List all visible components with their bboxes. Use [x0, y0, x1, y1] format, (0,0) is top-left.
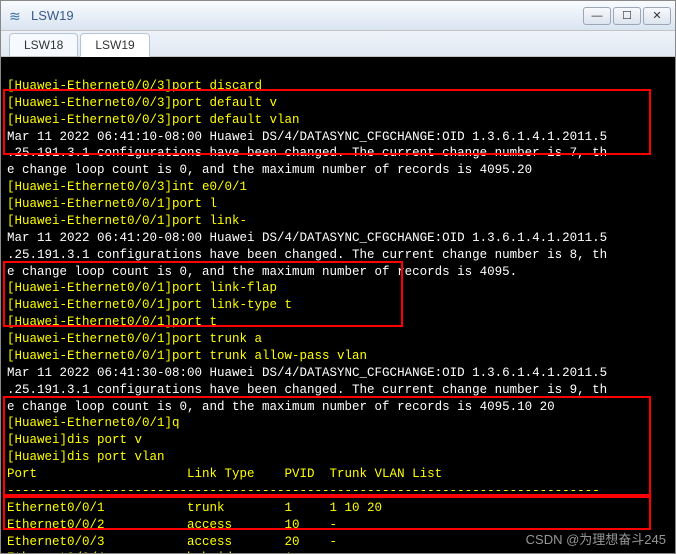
- tab-bar: LSW18 LSW19: [1, 31, 675, 57]
- term-line: e change loop count is 0, and the maximu…: [7, 400, 555, 414]
- term-line: .25.191.3.1 configurations have been cha…: [7, 248, 607, 262]
- term-line: [Huawei-Ethernet0/0/1]port link-type t: [7, 298, 292, 312]
- term-line: Ethernet0/0/2 access 10 -: [7, 518, 337, 532]
- term-line: .25.191.3.1 configurations have been cha…: [7, 383, 607, 397]
- term-line: [Huawei-Ethernet0/0/1]port link-flap: [7, 281, 277, 295]
- term-line: [Huawei]dis port v: [7, 433, 142, 447]
- window-title: LSW19: [31, 8, 583, 23]
- term-line: e change loop count is 0, and the maximu…: [7, 265, 517, 279]
- app-window: ≋ LSW19 — ☐ ✕ LSW18 LSW19 [Huawei-Ethern…: [0, 0, 676, 554]
- term-line: [Huawei-Ethernet0/0/1]port trunk allow-p…: [7, 349, 375, 363]
- term-line: [Huawei]dis port vlan: [7, 450, 172, 464]
- term-line: Ethernet0/0/1 trunk 1 1 10 20: [7, 501, 382, 515]
- tab-lsw18[interactable]: LSW18: [9, 33, 78, 56]
- term-line: Port Link Type PVID Trunk VLAN List: [7, 467, 442, 481]
- maximize-button[interactable]: ☐: [613, 7, 641, 25]
- term-line: Ethernet0/0/3 access 20 -: [7, 535, 337, 549]
- app-icon: ≋: [9, 8, 25, 24]
- term-line: Ethernet0/0/4 hybrid 1 -: [7, 551, 337, 553]
- term-line: [Huawei-Ethernet0/0/3]int e0/0/1: [7, 180, 247, 194]
- term-line: .25.191.3.1 configurations have been cha…: [7, 146, 607, 160]
- term-line: [Huawei-Ethernet0/0/1]port l: [7, 197, 217, 211]
- tab-lsw19[interactable]: LSW19: [80, 33, 149, 57]
- term-line: [Huawei-Ethernet0/0/3]port discard: [7, 79, 262, 93]
- term-line: [Huawei-Ethernet0/0/1]port link-: [7, 214, 247, 228]
- terminal-output[interactable]: [Huawei-Ethernet0/0/3]port discard [Huaw…: [1, 57, 675, 553]
- term-line: e change loop count is 0, and the maximu…: [7, 163, 532, 177]
- term-line: [Huawei-Ethernet0/0/1]q: [7, 416, 180, 430]
- term-line: Mar 11 2022 06:41:30-08:00 Huawei DS/4/D…: [7, 366, 607, 380]
- term-line: [Huawei-Ethernet0/0/1]port t: [7, 315, 217, 329]
- term-line: Mar 11 2022 06:41:10-08:00 Huawei DS/4/D…: [7, 130, 607, 144]
- term-line: [Huawei-Ethernet0/0/3]port default v: [7, 96, 292, 110]
- minimize-button[interactable]: —: [583, 7, 611, 25]
- close-button[interactable]: ✕: [643, 7, 671, 25]
- titlebar[interactable]: ≋ LSW19 — ☐ ✕: [1, 1, 675, 31]
- term-divider: ----------------------------------------…: [7, 484, 600, 498]
- term-line: Mar 11 2022 06:41:20-08:00 Huawei DS/4/D…: [7, 231, 607, 245]
- term-line: [Huawei-Ethernet0/0/1]port trunk a: [7, 332, 262, 346]
- window-controls: — ☐ ✕: [583, 7, 671, 25]
- term-line: [Huawei-Ethernet0/0/3]port default vlan: [7, 113, 307, 127]
